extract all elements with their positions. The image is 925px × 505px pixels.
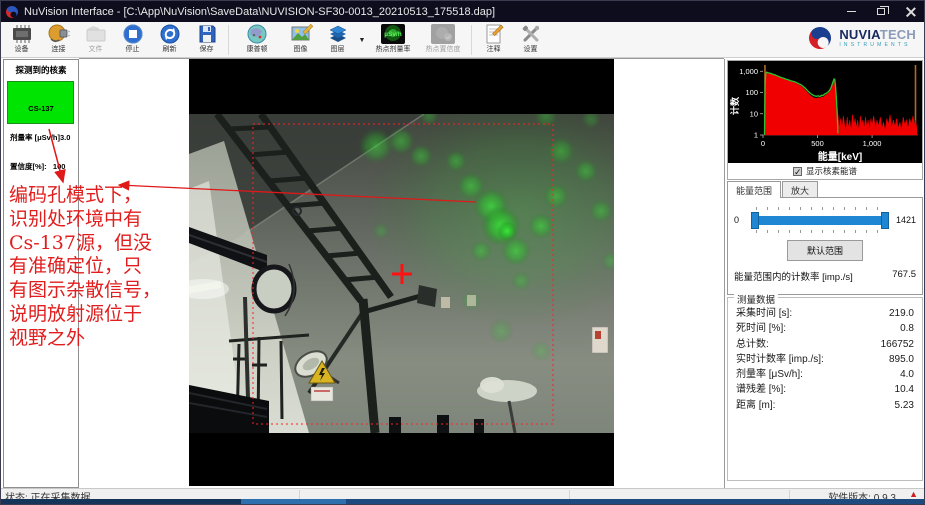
caret-down-icon: ▼ [359,37,366,44]
svg-text:10: 10 [750,109,758,118]
status-separator [569,490,570,499]
toolbar-image-button[interactable]: 图像 [282,23,319,57]
app-icon [5,5,19,19]
plug-icon [47,23,71,45]
toolbar-separator [471,25,472,55]
tab-zoom[interactable]: 放大 [782,181,818,197]
image-icon [289,23,313,45]
measurement-row-acquisition-time: 采集时间 [s]:219.0 [728,306,922,321]
energy-range-slider[interactable] [752,206,888,234]
taskbar-strip [1,499,925,505]
nuvision-window: NuVision Interface - [C:\App\NuVision\Sa… [0,0,925,505]
slider-handle-left[interactable] [751,212,759,229]
detected-nuclides-panel: 探测到的核素 CS-137 剂量率 [μSv/h]3.0 置信度[%]: 100 [3,59,79,488]
spectrum-chart[interactable]: 计数 能量[keV] 1 10 100 1,000 0 500 1,000 [728,61,922,163]
minimize-button[interactable] [836,1,866,22]
compton-globe-icon [245,23,269,45]
toolbar-separator [228,25,229,55]
energy-range-tabs: 能量范围 放大 0 1421 默认范围 能量范围内的 [727,181,923,295]
range-max-label: 1421 [890,215,916,225]
nuclide-name: CS-137 [10,104,72,114]
svg-text:µSv/h: µSv/h [384,31,402,38]
energy-range-tab-content: 0 1421 默认范围 能量范围内的计数率 [imp./s] 767.5 [727,197,923,295]
svg-text:1: 1 [754,131,758,140]
status-bar: 状态: 正在采集数据 软件版本: 0.9.3 ▲ [1,488,925,499]
toolbar-save-button[interactable]: 保存 [188,23,225,57]
maximize-icon [877,8,885,15]
spectrum-x-label: 能量[keV] [818,150,862,163]
range-min-label: 0 [734,215,750,225]
maximize-button[interactable] [866,1,896,22]
layers-dropdown-caret[interactable]: ▼ [356,23,368,57]
svg-text:1,000: 1,000 [739,67,758,76]
slider-handle-right[interactable] [881,212,889,229]
right-panel: 计数 能量[keV] 1 10 100 1,000 0 500 1,000 ✓ 显示核素能谱… [724,59,925,488]
tools-icon [519,23,543,45]
toolbar-hotspot-confidence-button[interactable]: 热点置信度 [418,23,468,57]
toolbar-connect-button[interactable]: 连接 [40,23,77,57]
measurement-row-dead-time: 死时间 [%]:0.8 [728,321,922,336]
show-nuclide-spectrum-row[interactable]: ✓ 显示核素能谱 [728,163,922,179]
slider-ticks-bottom [756,230,884,233]
slider-ticks-top [756,207,884,210]
stop-icon [121,23,145,45]
svg-text:100: 100 [745,88,758,97]
camera-view[interactable] [189,59,614,486]
spectrum-panel: 计数 能量[keV] 1 10 100 1,000 0 500 1,000 ✓ 显示核素能谱 [727,60,923,180]
toolbar-annotate-button[interactable]: 注释 [475,23,512,57]
detected-nuclides-title: 探测到的核素 [4,60,78,76]
measurement-row-realtime-count-rate: 实时计数率 [imp./s]:895.0 [728,352,922,367]
toolbar-layers-button[interactable]: 图层 [319,23,356,57]
status-separator [299,490,300,499]
spectrum-y-label: 计数 [729,96,740,115]
tab-energy-range[interactable]: 能量范围 [727,181,781,198]
nuviatech-logo-icon [807,25,833,51]
measurement-row-spectrum-residual: 谱残差 [%]:10.4 [728,382,922,397]
toolbar-compton-button[interactable]: 康普顿 [232,23,282,57]
toolbar-settings-button[interactable]: 设置 [512,23,549,57]
nuclide-confidence: 置信度[%]: 100 [10,162,72,172]
folder-icon [84,23,108,45]
close-button[interactable] [896,1,925,22]
close-icon [906,7,916,17]
measurement-row-distance: 距离 [m]:5.23 [728,398,922,413]
status-separator [789,490,790,499]
layers-icon [326,23,350,45]
count-rate-value: 767.5 [892,269,916,283]
refresh-icon [158,23,182,45]
toolbar: 设备 连接 文件 停止 [1,22,925,58]
toolbar-refresh-button[interactable]: 刷新 [151,23,188,57]
show-nuclide-spectrum-label: 显示核素能谱 [806,165,857,177]
toolbar-hotspot-doserate-button[interactable]: µSv/h 热点剂量率 [368,23,418,57]
usvh-hotspot-icon: µSv/h [380,23,406,45]
measurement-data-groupbox: 测量数据 采集时间 [s]:219.0 死时间 [%]:0.8 总计数:1667… [727,297,923,481]
toolbar-file-button[interactable]: 文件 [77,23,114,57]
checkbox-checked-icon[interactable]: ✓ [793,167,802,176]
nuviatech-logo: NUVIATECH INSTRUMENTS [807,25,916,51]
slider-selected-range[interactable] [752,216,888,225]
default-range-button[interactable]: 默认范围 [787,240,863,261]
svg-text:0: 0 [761,139,765,148]
toolbar-stop-button[interactable]: 停止 [114,23,151,57]
nuclide-card-cs137: CS-137 剂量率 [μSv/h]3.0 置信度[%]: 100 [7,81,74,124]
warning-icon[interactable]: ▲ [909,489,918,499]
save-icon [195,23,219,45]
minimize-icon [847,11,856,12]
svg-text:1,000: 1,000 [863,139,882,148]
measurement-row-total-counts: 总计数:166752 [728,337,922,352]
nuclide-dose-rate: 剂量率 [μSv/h]3.0 [10,133,72,143]
chip-icon [10,23,34,45]
measurement-row-dose-rate: 剂量率 [μSv/h]:4.0 [728,367,922,382]
measurement-data-title: 测量数据 [734,292,778,306]
title-bar: NuVision Interface - [C:\App\NuVision\Sa… [1,1,925,22]
toolbar-device-button[interactable]: 设备 [3,23,40,57]
note-icon [482,23,506,45]
confidence-hotspot-icon [430,23,456,45]
window-title: NuVision Interface - [C:\App\NuVision\Sa… [24,6,495,18]
count-rate-label: 能量范围内的计数率 [imp./s] [734,269,853,283]
svg-text:500: 500 [811,139,824,148]
